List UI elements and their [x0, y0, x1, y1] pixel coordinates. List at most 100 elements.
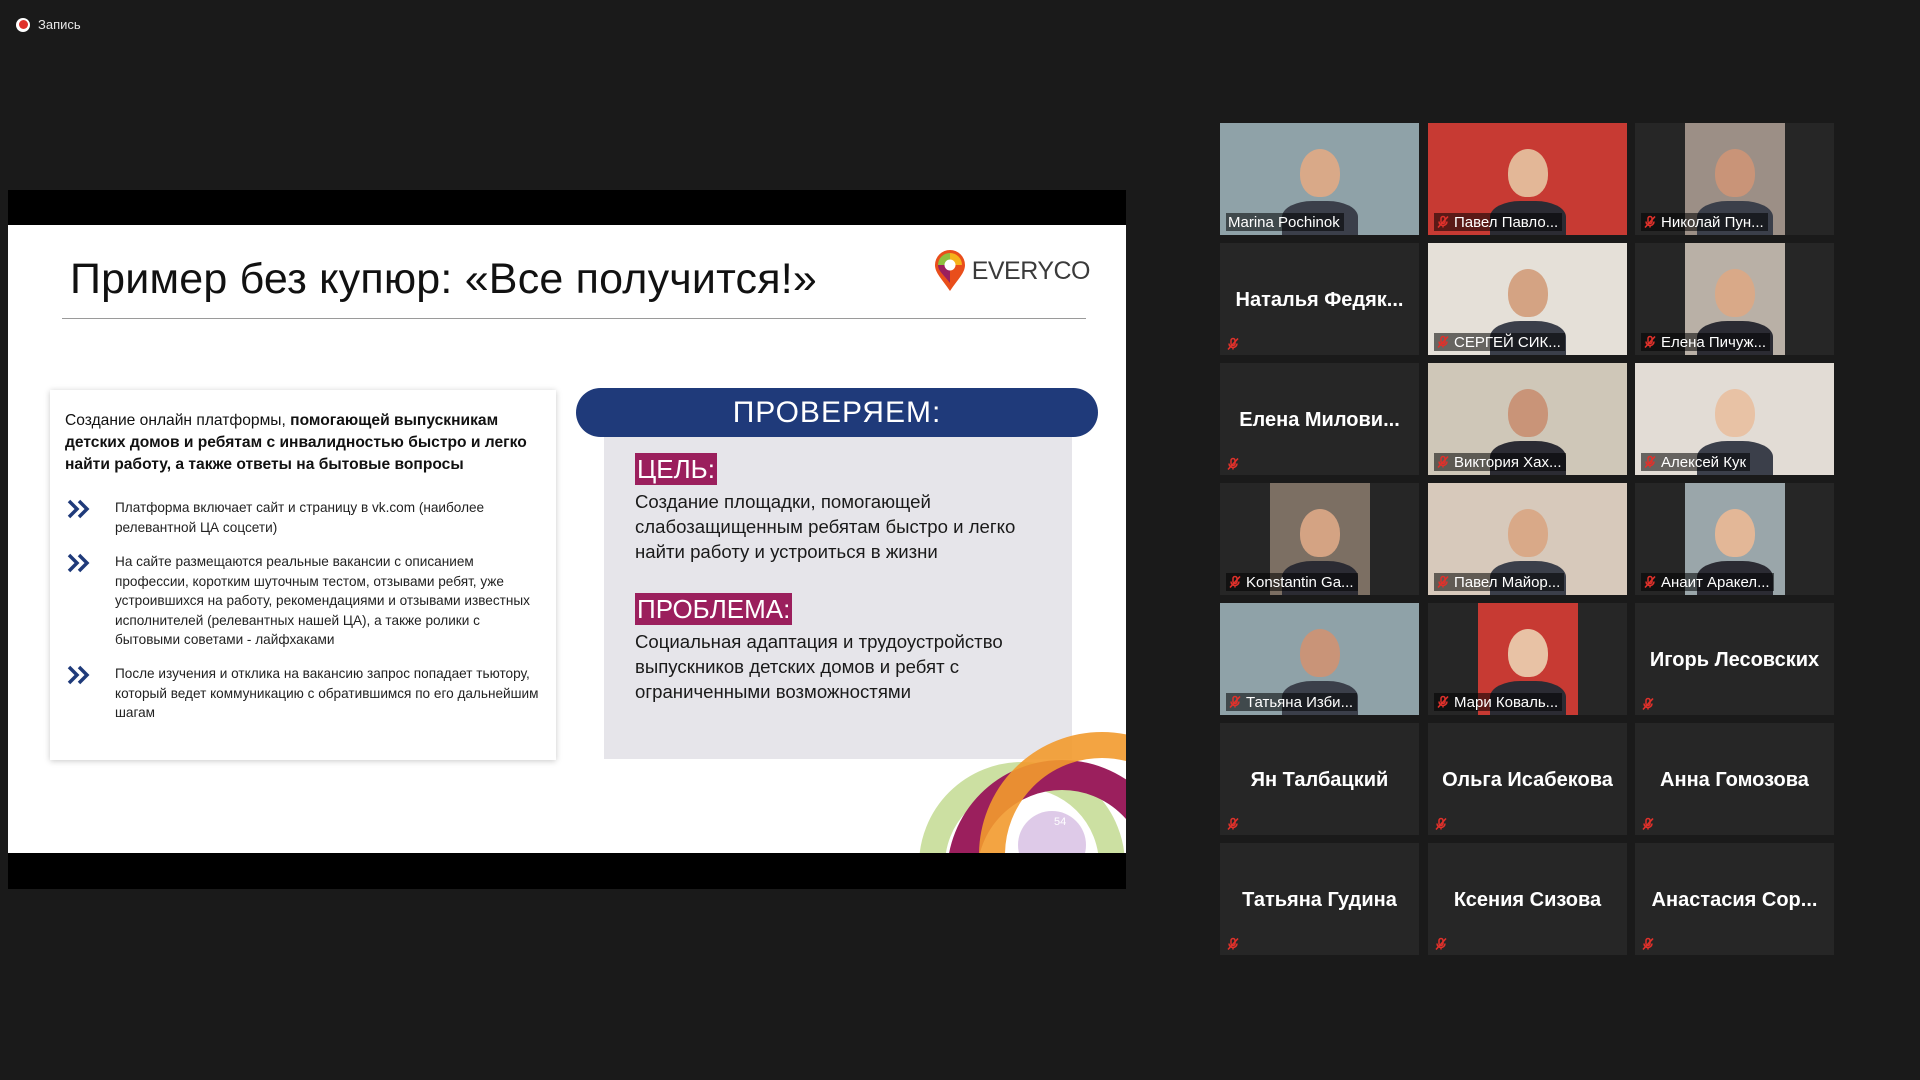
muted-mic-icon — [1643, 215, 1657, 229]
participant-tile[interactable]: Ян Талбацкий — [1220, 723, 1419, 835]
participant-name-tag: Татьяна Изби... — [1226, 693, 1358, 711]
lead-normal: Создание онлайн платформы, — [65, 412, 291, 429]
muted-mic-icon — [1643, 575, 1657, 589]
participant-name-tag: Анаит Аракел... — [1641, 573, 1774, 591]
participant-name-tag: Елена Пичуж... — [1641, 333, 1771, 351]
check-header: ПРОВЕРЯЕМ: — [576, 388, 1098, 437]
double-chevron-icon — [67, 553, 90, 573]
bullet-item: На сайте размещаются реальные вакансии с… — [65, 552, 545, 650]
record-icon — [16, 17, 30, 32]
participant-name: Ольга Исабекова — [1442, 769, 1613, 791]
participant-name: Marina Pochinok — [1228, 213, 1340, 231]
participant-tile[interactable]: Konstantin Ga... — [1220, 483, 1419, 595]
double-chevron-icon — [67, 665, 90, 685]
muted-mic-icon — [1434, 817, 1448, 831]
participant-name-tag: Мари Коваль... — [1434, 693, 1563, 711]
participant-name: Павел Майор... — [1454, 573, 1561, 591]
muted-mic-icon — [1434, 937, 1448, 951]
bullet-item: После изучения и отклика на вакансию зап… — [65, 664, 545, 723]
muted-mic-icon — [1436, 575, 1450, 589]
participant-tile[interactable]: Мари Коваль... — [1428, 603, 1627, 715]
bullet-text: После изучения и отклика на вакансию зап… — [115, 666, 539, 720]
participant-name: СЕРГЕЙ СИК... — [1454, 333, 1561, 351]
participant-name-tag: Павел Павло... — [1434, 213, 1563, 231]
participant-tile[interactable]: Елена Милови... — [1220, 363, 1419, 475]
participant-face — [1508, 149, 1548, 197]
goal-text: Создание площадки, помогающей слабозащищ… — [635, 491, 1016, 562]
participant-tile[interactable]: Татьяна Гудина — [1220, 843, 1419, 955]
decorative-rings — [919, 732, 1126, 853]
participant-face — [1508, 629, 1548, 677]
participant-tile[interactable]: Анаит Аракел... — [1635, 483, 1834, 595]
muted-mic-icon — [1228, 575, 1242, 589]
muted-mic-icon — [1436, 455, 1450, 469]
participant-name: Игорь Лесовских — [1649, 649, 1820, 671]
problem-text: Социальная адаптация и трудоустройство в… — [635, 631, 1003, 702]
participant-name: Татьяна Гудина — [1242, 889, 1397, 911]
participant-tile[interactable]: Алексей Кук — [1635, 363, 1834, 475]
shared-screen: Пример без купюр: «Все получится!» EVERY… — [8, 190, 1126, 889]
muted-mic-icon — [1226, 457, 1240, 471]
participant-name: Николай Пун... — [1661, 213, 1764, 231]
muted-mic-icon — [1641, 817, 1655, 831]
description-card: Создание онлайн платформы, помогающей вы… — [50, 390, 556, 760]
participant-name-tag: Павел Майор... — [1434, 573, 1565, 591]
participant-tile[interactable]: Павел Павло... — [1428, 123, 1627, 235]
muted-mic-icon — [1226, 337, 1240, 351]
participant-tile[interactable]: Татьяна Изби... — [1220, 603, 1419, 715]
participant-tile[interactable]: Павел Майор... — [1428, 483, 1627, 595]
bullet-text: На сайте размещаются реальные вакансии с… — [115, 554, 530, 647]
participant-face — [1715, 389, 1755, 437]
page-number: 54 — [1054, 816, 1067, 828]
recording-indicator[interactable]: Запись — [16, 17, 81, 32]
participant-name: Алексей Кук — [1661, 453, 1747, 471]
muted-mic-icon — [1226, 817, 1240, 831]
participant-tile[interactable]: Ксения Сизова — [1428, 843, 1627, 955]
participant-face — [1715, 269, 1755, 317]
participant-tile[interactable]: Анастасия Сор... — [1635, 843, 1834, 955]
bullet-item: Платформа включает сайт и страницу в vk.… — [65, 498, 545, 537]
participant-tile[interactable]: Виктория Хах... — [1428, 363, 1627, 475]
title-divider — [62, 318, 1086, 319]
muted-mic-icon — [1436, 215, 1450, 229]
participant-tile[interactable]: Игорь Лесовских — [1635, 603, 1834, 715]
participant-name-tag: Konstantin Ga... — [1226, 573, 1358, 591]
participant-name: Павел Павло... — [1454, 213, 1559, 231]
participant-tile[interactable]: Елена Пичуж... — [1635, 243, 1834, 355]
participant-tile[interactable]: Николай Пун... — [1635, 123, 1834, 235]
map-pin-icon — [934, 250, 965, 291]
problem-tag: ПРОБЛЕМА: — [635, 593, 793, 625]
participant-name: Елена Милови... — [1239, 409, 1400, 431]
muted-mic-icon — [1436, 335, 1450, 349]
muted-mic-icon — [1226, 937, 1240, 951]
muted-mic-icon — [1436, 695, 1450, 709]
participant-name: Ксения Сизова — [1453, 889, 1602, 911]
slide-title: Пример без купюр: «Все получится!» — [70, 255, 817, 303]
participant-face — [1508, 269, 1548, 317]
participant-name: Анаит Аракел... — [1661, 573, 1770, 591]
muted-mic-icon — [1643, 455, 1657, 469]
participant-name: Konstantin Ga... — [1246, 573, 1354, 591]
muted-mic-icon — [1641, 697, 1655, 711]
presentation-slide: Пример без купюр: «Все получится!» EVERY… — [8, 225, 1126, 853]
participant-name: Виктория Хах... — [1454, 453, 1562, 471]
recording-label: Запись — [38, 17, 81, 32]
participant-face — [1508, 509, 1548, 557]
goal-tag: ЦЕЛЬ: — [635, 453, 717, 485]
muted-mic-icon — [1641, 937, 1655, 951]
everyco-logo: EVERYCO — [932, 249, 1091, 293]
participant-tile[interactable]: Анна Гомозова — [1635, 723, 1834, 835]
participant-name-tag: СЕРГЕЙ СИК... — [1434, 333, 1565, 351]
participant-tile[interactable]: Ольга Исабекова — [1428, 723, 1627, 835]
participant-tile[interactable]: Marina Pochinok — [1220, 123, 1419, 235]
participant-name: Анастасия Сор... — [1651, 889, 1818, 911]
participant-face — [1715, 509, 1755, 557]
participant-tile[interactable]: Наталья Федяк... — [1220, 243, 1419, 355]
participant-tile[interactable]: СЕРГЕЙ СИК... — [1428, 243, 1627, 355]
participant-name: Елена Пичуж... — [1661, 333, 1767, 351]
muted-mic-icon — [1228, 695, 1242, 709]
participant-name-tag: Marina Pochinok — [1226, 213, 1344, 231]
participant-name: Ян Талбацкий — [1250, 769, 1389, 791]
participant-name-tag: Николай Пун... — [1641, 213, 1768, 231]
participant-name: Наталья Федяк... — [1235, 289, 1404, 311]
